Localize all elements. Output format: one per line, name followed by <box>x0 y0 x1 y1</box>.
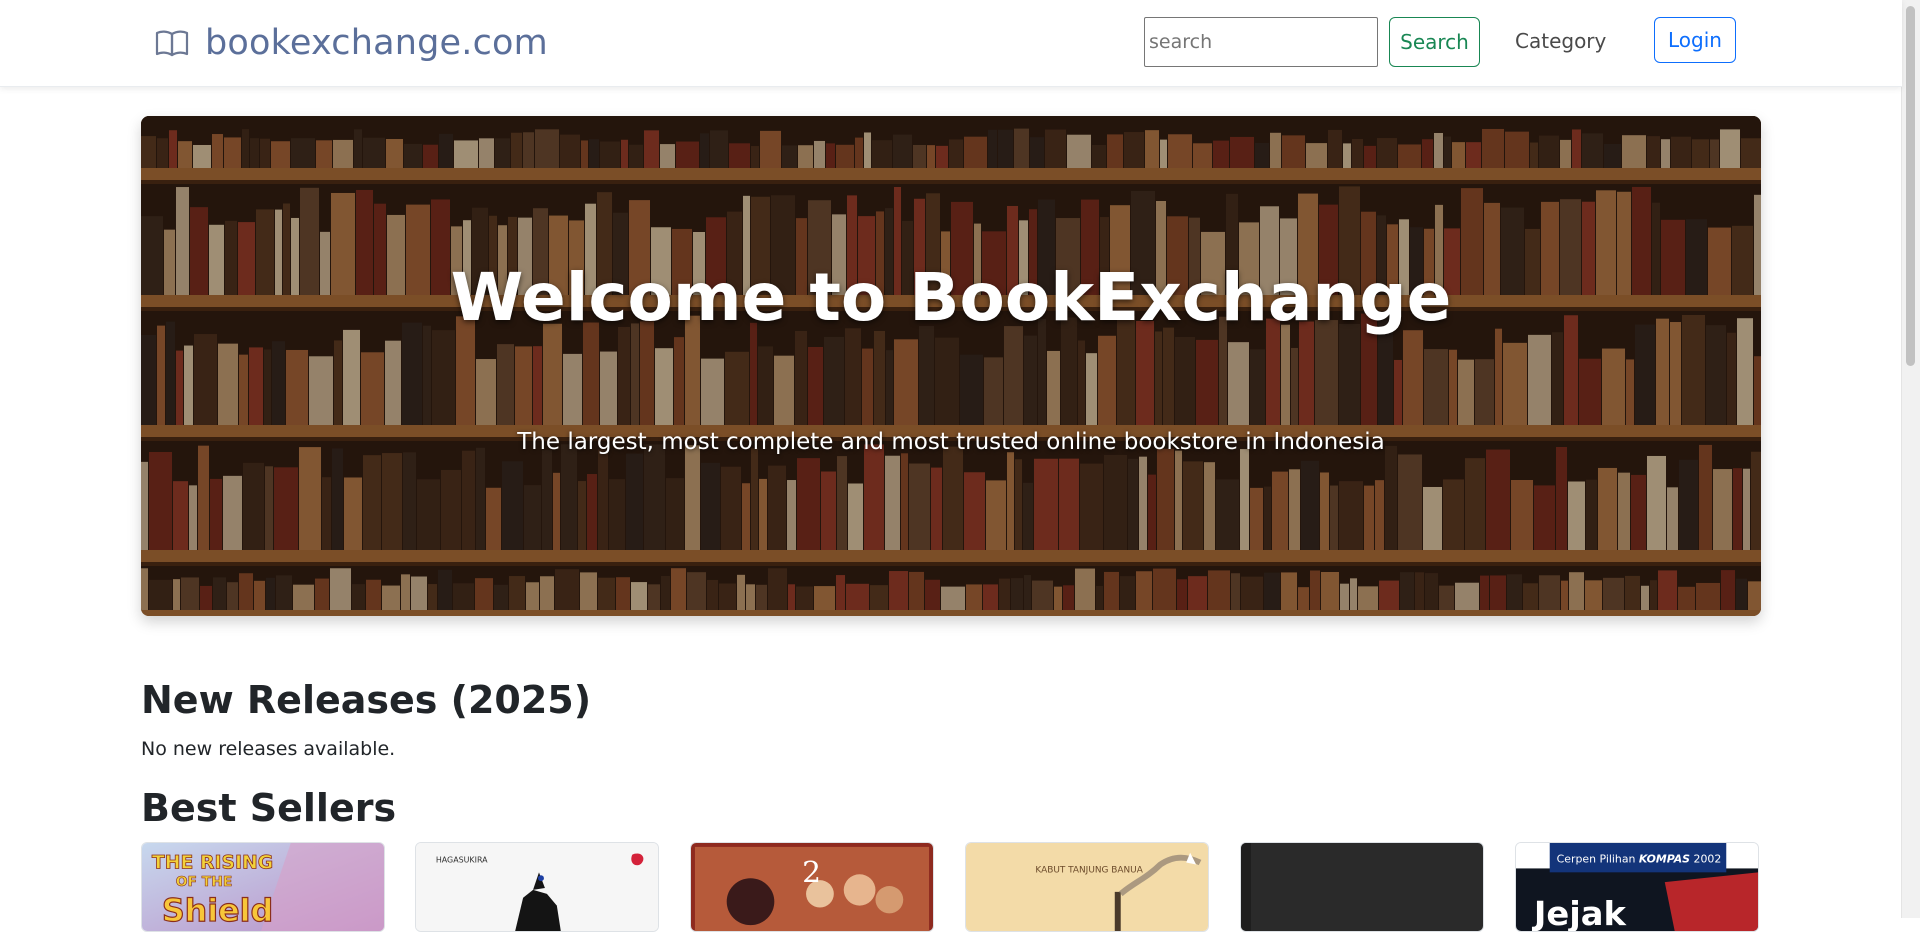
scrollbar-thumb[interactable] <box>1906 6 1915 366</box>
svg-text:2: 2 <box>802 855 821 889</box>
svg-text:Cerpen Pilihan KOMPAS 2002: Cerpen Pilihan KOMPAS 2002 <box>1557 853 1722 866</box>
svg-text:THE RISING: THE RISING <box>152 853 273 874</box>
brand-name: bookexchange.com <box>205 23 548 63</box>
svg-text:Shield: Shield <box>162 893 273 929</box>
hero-title: Welcome to BookExchange <box>450 259 1452 336</box>
svg-text:Jejak: Jejak <box>1532 894 1627 931</box>
search-input[interactable] <box>1144 17 1378 67</box>
book-card[interactable]: THE RISING OF THE Shield <box>141 842 385 932</box>
new-releases-heading: New Releases (2025) <box>141 678 592 722</box>
brand-link[interactable]: bookexchange.com <box>155 20 548 66</box>
hero-subtitle: The largest, most complete and most trus… <box>517 429 1385 455</box>
open-book-icon <box>155 30 189 57</box>
svg-text:OF THE: OF THE <box>176 874 233 890</box>
book-card[interactable]: 2 <box>690 842 934 932</box>
book-card[interactable]: Cerpen Pilihan KOMPAS 2002 Jejak <box>1515 842 1759 932</box>
login-button[interactable]: Login <box>1654 17 1736 63</box>
book-card[interactable]: HAGASUKIRA <box>415 842 659 932</box>
hero-banner: Welcome to BookExchange The largest, mos… <box>141 116 1761 616</box>
book-card[interactable]: KABUT TANJUNG BANUA <box>965 842 1209 932</box>
navbar: bookexchange.com Search Category Login <box>0 0 1902 87</box>
page-scrollbar[interactable] <box>1901 0 1920 918</box>
search-button[interactable]: Search <box>1389 17 1480 67</box>
new-releases-empty-message: No new releases available. <box>141 738 396 760</box>
bookshelf-background-image <box>141 116 1761 616</box>
svg-text:KABUT TANJUNG BANUA: KABUT TANJUNG BANUA <box>1035 865 1142 875</box>
svg-text:HAGASUKIRA: HAGASUKIRA <box>436 856 488 865</box>
best-sellers-heading: Best Sellers <box>141 786 397 830</box>
category-link[interactable]: Category <box>1515 29 1606 53</box>
book-card[interactable] <box>1240 842 1484 932</box>
